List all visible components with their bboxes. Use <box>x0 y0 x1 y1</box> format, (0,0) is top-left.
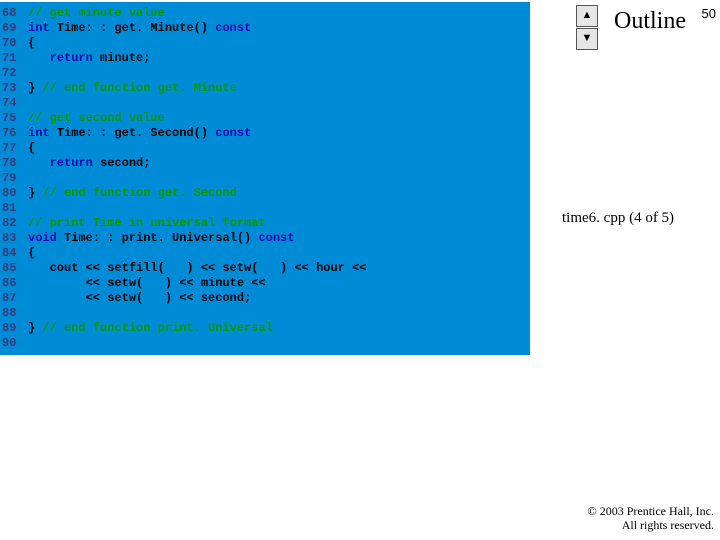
code-panel: 68// get minute value69int Time: : get. … <box>0 2 530 355</box>
code-line: 88 <box>0 306 530 321</box>
triangle-up-icon: ▲ <box>582 9 593 21</box>
line-number: 68 <box>0 6 28 21</box>
code-line-content: // get minute value <box>28 6 165 21</box>
copyright-line1: © 2003 Prentice Hall, Inc. <box>588 504 714 518</box>
line-number: 70 <box>0 36 28 51</box>
code-line: 71 return minute; <box>0 51 530 66</box>
line-number: 69 <box>0 21 28 36</box>
code-line-content <box>28 171 35 186</box>
code-line-content: void Time: : print. Universal() const <box>28 231 294 246</box>
line-number: 79 <box>0 171 28 186</box>
code-line: 79 <box>0 171 530 186</box>
line-number: 75 <box>0 111 28 126</box>
line-number: 74 <box>0 96 28 111</box>
code-line-content: // get second value <box>28 111 165 126</box>
code-line: 84{ <box>0 246 530 261</box>
code-line: 68// get minute value <box>0 6 530 21</box>
code-line: 76int Time: : get. Second() const <box>0 126 530 141</box>
code-line-content <box>28 306 35 321</box>
line-number: 80 <box>0 186 28 201</box>
code-line: 90 <box>0 336 530 351</box>
code-line: 83void Time: : print. Universal() const <box>0 231 530 246</box>
code-line-content: int Time: : get. Second() const <box>28 126 251 141</box>
code-line: 77{ <box>0 141 530 156</box>
copyright-line2: All rights reserved. <box>622 518 714 532</box>
code-line-content: return minute; <box>28 51 150 66</box>
code-line-content: } // end function get. Second <box>28 186 237 201</box>
code-line-content: << setw( ) << minute << <box>28 276 280 291</box>
line-number: 85 <box>0 261 28 276</box>
code-line: 80} // end function get. Second <box>0 186 530 201</box>
code-line: 73} // end function get. Minute <box>0 81 530 96</box>
line-number: 78 <box>0 156 28 171</box>
code-line: 82// print Time in universal format <box>0 216 530 231</box>
code-line-content <box>28 66 35 81</box>
page-number: 50 <box>702 6 716 21</box>
code-line: 75// get second value <box>0 111 530 126</box>
line-number: 82 <box>0 216 28 231</box>
code-line: 69int Time: : get. Minute() const <box>0 21 530 36</box>
code-line-content <box>28 96 35 111</box>
copyright-notice: © 2003 Prentice Hall, Inc. All rights re… <box>588 504 714 532</box>
code-line: 81 <box>0 201 530 216</box>
file-progress-label: time6. cpp (4 of 5) <box>562 210 674 227</box>
code-line: 74 <box>0 96 530 111</box>
line-number: 76 <box>0 126 28 141</box>
code-line-content: { <box>28 246 35 261</box>
line-number: 90 <box>0 336 28 351</box>
code-line: 89} // end function print. Universal <box>0 321 530 336</box>
line-number: 88 <box>0 306 28 321</box>
code-line: 78 return second; <box>0 156 530 171</box>
outline-title: Outline <box>614 8 686 35</box>
line-number: 86 <box>0 276 28 291</box>
line-number: 72 <box>0 66 28 81</box>
code-line-content: cout << setfill( ) << setw( ) << hour << <box>28 261 381 276</box>
line-number: 71 <box>0 51 28 66</box>
line-number: 89 <box>0 321 28 336</box>
code-line-content: // print Time in universal format <box>28 216 266 231</box>
code-line-content: << setw( ) << second; <box>28 291 251 306</box>
line-number: 77 <box>0 141 28 156</box>
code-line: 85 cout << setfill( ) << setw( ) << hour… <box>0 261 530 276</box>
nav-down-button[interactable]: ▼ <box>576 28 598 50</box>
code-line-content: { <box>28 36 35 51</box>
code-line: 70{ <box>0 36 530 51</box>
nav-up-button[interactable]: ▲ <box>576 5 598 27</box>
code-line-content: } // end function get. Minute <box>28 81 237 96</box>
code-line-content: int Time: : get. Minute() const <box>28 21 251 36</box>
triangle-down-icon: ▼ <box>582 32 593 44</box>
line-number: 87 <box>0 291 28 306</box>
code-line: 86 << setw( ) << minute << <box>0 276 530 291</box>
code-line-content <box>28 336 35 351</box>
line-number: 73 <box>0 81 28 96</box>
code-line-content: { <box>28 141 35 156</box>
code-line-content: return second; <box>28 156 150 171</box>
line-number: 81 <box>0 201 28 216</box>
code-line-content <box>28 201 35 216</box>
code-line-content: } // end function print. Universal <box>28 321 273 336</box>
code-line: 87 << setw( ) << second; <box>0 291 530 306</box>
line-number: 83 <box>0 231 28 246</box>
code-line: 72 <box>0 66 530 81</box>
line-number: 84 <box>0 246 28 261</box>
